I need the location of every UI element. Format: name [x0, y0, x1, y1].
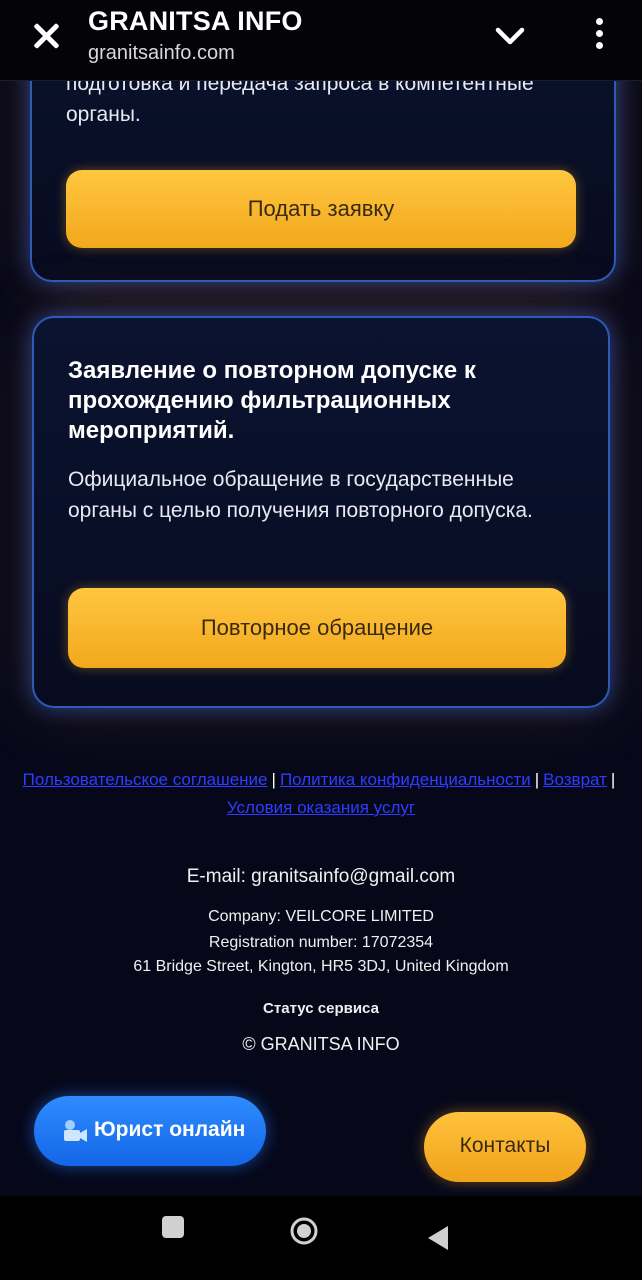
contacts-label: Контакты	[459, 1134, 551, 1157]
contacts-button[interactable]: Контакты	[424, 1112, 586, 1182]
link-separator: |	[610, 770, 616, 789]
privacy-policy-link[interactable]: Политика конфиденциальности	[280, 770, 531, 789]
camera-icon	[64, 1120, 87, 1142]
footer-address: 61 Bridge Street, Kington, HR5 3DJ, Unit…	[133, 958, 509, 975]
service-card-readmission: Заявление о повторном допуске к прохожде…	[32, 316, 610, 708]
lawyer-online-button[interactable]: Юрист онлайн	[34, 1096, 266, 1166]
system-navigation-bar	[0, 1196, 642, 1280]
site-url: granitsainfo.com	[88, 42, 235, 64]
recent-apps-icon[interactable]	[162, 1216, 184, 1238]
card-description: Официальное обращение в государственные …	[68, 468, 533, 522]
refund-link[interactable]: Возврат	[543, 770, 607, 789]
submit-application-button[interactable]: Подать заявку	[66, 170, 576, 248]
close-icon[interactable]	[28, 18, 64, 54]
home-icon[interactable]	[289, 1216, 319, 1246]
footer-company: Company: VEILCORE LIMITED	[208, 908, 434, 925]
browser-top-bar: GRANITSA INFO granitsainfo.com	[0, 0, 642, 81]
footer-email: E-mail: granitsainfo@gmail.com	[186, 866, 456, 887]
link-separator: |	[271, 770, 276, 789]
footer-copyright: © GRANITSA INFO	[242, 1034, 400, 1054]
footer-registration: Registration number: 17072354	[208, 934, 434, 951]
user-agreement-link[interactable]: Пользовательское соглашение	[23, 770, 268, 789]
card-title: Заявление о повторном допуске к прохожде…	[68, 357, 476, 444]
terms-of-service-link[interactable]: Условия оказания услуг	[227, 798, 415, 817]
repeat-request-button[interactable]: Повторное обращение	[68, 588, 566, 668]
site-title: GRANITSA INFO	[88, 6, 303, 36]
back-icon[interactable]	[428, 1226, 448, 1250]
lawyer-online-label: Юрист онлайн	[94, 1118, 246, 1141]
footer-links: Пользовательское соглашение | Политика кон…	[0, 766, 642, 822]
service-status-link[interactable]: Статус сервиса	[0, 1000, 642, 1017]
more-options-icon[interactable]	[588, 16, 612, 52]
chevron-down-icon[interactable]	[494, 20, 526, 52]
link-separator: |	[534, 770, 540, 789]
